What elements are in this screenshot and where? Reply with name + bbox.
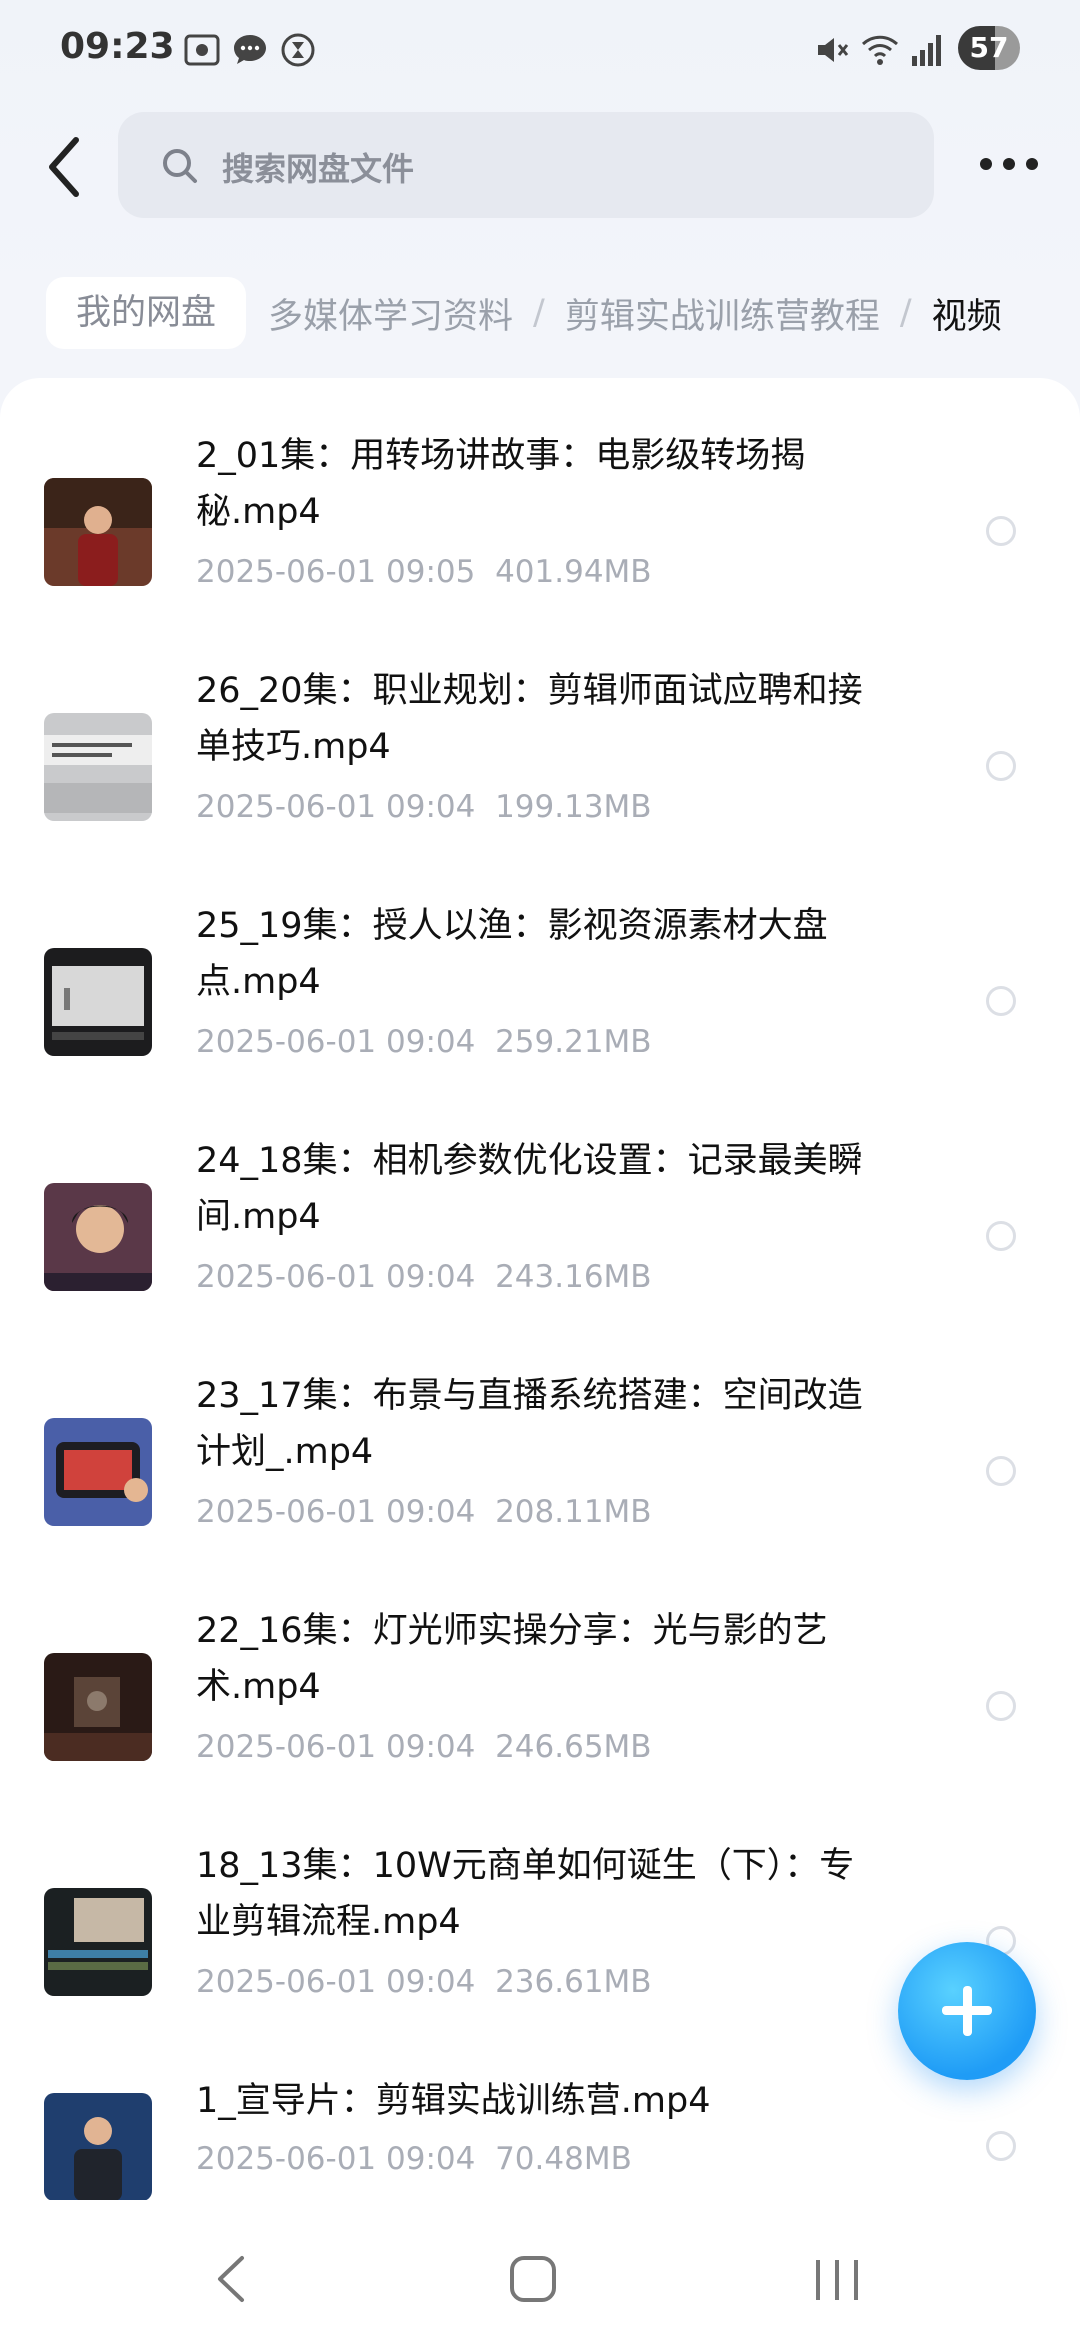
file-name: 25_19集：授人以渔：影视资源素材大盘 点.mp4	[196, 906, 828, 1002]
file-item[interactable]: 26_20集：职业规划：剪辑师面试应聘和接 单技巧.mp4 2025-06-01 …	[0, 653, 1080, 888]
file-size: 199.13MB	[495, 789, 652, 825]
breadcrumb-separator: /	[533, 293, 545, 333]
select-radio[interactable]	[986, 1456, 1016, 1486]
select-radio[interactable]	[986, 1691, 1016, 1721]
video-thumbnail	[44, 478, 152, 586]
breadcrumb-level-1[interactable]: 多媒体学习资料	[268, 288, 513, 339]
file-name: 1_宣导片：剪辑实战训练营.mp4	[196, 2081, 711, 2121]
breadcrumb-separator: /	[899, 293, 912, 333]
breadcrumb-root[interactable]: 我的网盘	[46, 277, 247, 349]
file-size: 401.94MB	[495, 554, 652, 590]
timer-icon	[281, 33, 315, 67]
add-button[interactable]	[898, 1942, 1036, 2080]
select-radio[interactable]	[986, 516, 1016, 546]
file-name: 26_20集：职业规划：剪辑师面试应聘和接 单技巧.mp4	[196, 671, 863, 767]
select-radio[interactable]	[986, 751, 1016, 781]
file-name: 22_16集：灯光师实操分享：光与影的艺 术.mp4	[196, 1611, 828, 1707]
battery-indicator: 57	[958, 26, 1020, 70]
file-date: 2025-06-01 09:04	[196, 1494, 476, 1530]
screenshot-icon	[184, 34, 220, 66]
file-size: 208.11MB	[495, 1494, 652, 1530]
file-name: 2_01集：用转场讲故事：电影级转场揭 秘.mp4	[196, 436, 806, 532]
wifi-icon	[861, 35, 899, 65]
file-meta: 2025-06-01 09:04 70.48MB	[196, 2141, 632, 2177]
file-name: 24_18集：相机参数优化设置：记录最美瞬 间.mp4	[196, 1141, 863, 1237]
search-input[interactable]: 搜索网盘文件	[118, 112, 934, 218]
breadcrumb: 我的网盘 多媒体学习资料 / 剪辑实战训练营教程 / 视频	[46, 276, 1002, 350]
select-radio[interactable]	[986, 1221, 1016, 1251]
video-thumbnail	[44, 713, 152, 821]
file-meta: 2025-06-01 09:04 208.11MB	[196, 1494, 652, 1530]
status-bar: 09:23 57	[0, 0, 1080, 100]
dot-icon	[1003, 158, 1015, 170]
select-radio[interactable]	[986, 2131, 1016, 2161]
more-options-button[interactable]	[974, 144, 1044, 184]
video-thumbnail	[44, 1888, 152, 1996]
file-date: 2025-06-01 09:04	[196, 1729, 476, 1765]
search-placeholder: 搜索网盘文件	[222, 150, 415, 188]
file-date: 2025-06-01 09:04	[196, 1964, 476, 2000]
video-thumbnail	[44, 1653, 152, 1761]
mute-icon	[818, 38, 849, 62]
file-item[interactable]: 22_16集：灯光师实操分享：光与影的艺 术.mp4 2025-06-01 09:…	[0, 1593, 1080, 1828]
file-date: 2025-06-01 09:05	[196, 554, 476, 590]
file-date: 2025-06-01 09:04	[196, 1259, 476, 1295]
video-thumbnail	[44, 1183, 152, 1291]
dot-icon	[980, 158, 992, 170]
system-nav-bar	[0, 2200, 1080, 2340]
file-size: 243.16MB	[495, 1259, 652, 1295]
file-meta: 2025-06-01 09:04 199.13MB	[196, 789, 652, 825]
breadcrumb-current: 视频	[931, 296, 1002, 337]
file-size: 70.48MB	[495, 2141, 632, 2177]
file-item[interactable]: 25_19集：授人以渔：影视资源素材大盘 点.mp4 2025-06-01 09:…	[0, 888, 1080, 1123]
search-icon	[163, 149, 197, 183]
file-item[interactable]: 2_01集：用转场讲故事：电影级转场揭 秘.mp4 2025-06-01 09:0…	[0, 418, 1080, 653]
file-meta: 2025-06-01 09:05 401.94MB	[196, 554, 652, 590]
file-size: 236.61MB	[495, 1964, 652, 2000]
file-meta: 2025-06-01 09:04 243.16MB	[196, 1259, 652, 1295]
nav-home-icon[interactable]	[508, 2254, 558, 2304]
select-radio[interactable]	[986, 986, 1016, 1016]
file-date: 2025-06-01 09:04	[196, 2141, 476, 2177]
back-button[interactable]	[40, 132, 90, 202]
nav-back-icon[interactable]	[212, 2254, 252, 2304]
file-meta: 2025-06-01 09:04 259.21MB	[196, 1024, 652, 1060]
status-time: 09:23	[60, 26, 175, 67]
file-size: 259.21MB	[495, 1024, 652, 1060]
dot-icon	[1026, 158, 1038, 170]
file-name: 23_17集：布景与直播系统搭建：空间改造 计划_.mp4	[196, 1376, 863, 1472]
file-meta: 2025-06-01 09:04 236.61MB	[196, 1964, 652, 2000]
file-name: 18_13集：10W元商单如何诞生（下）：专 业剪辑流程.mp4	[196, 1846, 855, 1942]
file-item[interactable]: 23_17集：布景与直播系统搭建：空间改造 计划_.mp4 2025-06-01 …	[0, 1358, 1080, 1593]
file-meta: 2025-06-01 09:04 246.65MB	[196, 1729, 652, 1765]
message-icon	[234, 35, 266, 64]
nav-recent-icon[interactable]	[812, 2254, 862, 2304]
file-list: 2_01集：用转场讲故事：电影级转场揭 秘.mp4 2025-06-01 09:0…	[0, 378, 1080, 2218]
file-item[interactable]: 24_18集：相机参数优化设置：记录最美瞬 间.mp4 2025-06-01 09…	[0, 1123, 1080, 1358]
video-thumbnail	[44, 1418, 152, 1526]
file-date: 2025-06-01 09:04	[196, 1024, 476, 1060]
video-thumbnail	[44, 2093, 152, 2201]
file-size: 246.65MB	[495, 1729, 652, 1765]
video-thumbnail	[44, 948, 152, 1056]
file-date: 2025-06-01 09:04	[196, 789, 476, 825]
signal-icon	[912, 35, 941, 66]
breadcrumb-level-2[interactable]: 剪辑实战训练营教程	[565, 288, 880, 339]
